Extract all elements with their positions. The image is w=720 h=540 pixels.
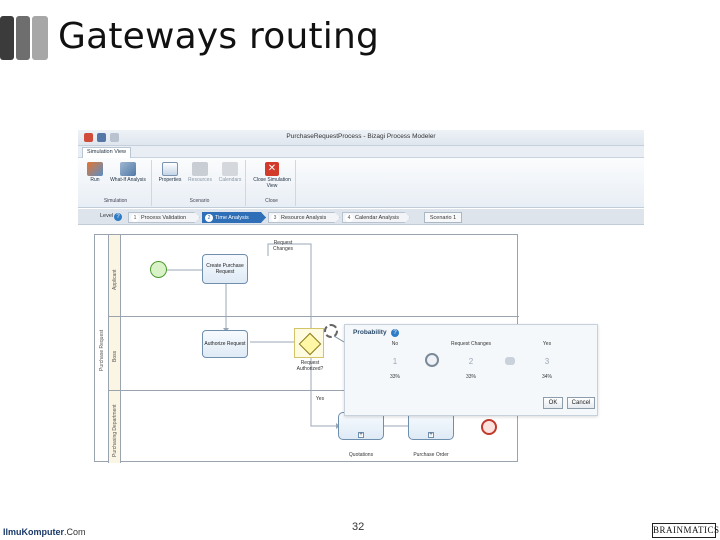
page-number: 32 xyxy=(352,521,365,533)
pointer-cursor-icon xyxy=(425,353,439,367)
close-simulation-label: Close Simulation View xyxy=(253,177,291,189)
what-if-icon xyxy=(120,162,136,176)
ribbon: Run What-If Analysis Simulation Properti… xyxy=(78,158,644,208)
window-caption: PurchaseRequestProcess - Bizagi Process … xyxy=(286,133,436,140)
ribbon-group-label-scenario: Scenario xyxy=(189,198,210,204)
step-resource-analysis[interactable]: 3 Resource Analysis xyxy=(268,212,340,223)
step-calendar-analysis[interactable]: 4 Calendar Analysis xyxy=(342,212,410,223)
ribbon-group-label-close: Close xyxy=(265,198,278,204)
expand-marker-icon: + xyxy=(428,432,434,438)
subprocess-purchase-order[interactable]: + xyxy=(408,412,454,440)
probability-column-request-changes: Request Changes 2 33% xyxy=(441,341,501,380)
ribbon-tabs: Simulation View xyxy=(78,146,644,158)
ribbon-group-label-simulation: Simulation xyxy=(103,198,128,204)
run-icon xyxy=(87,162,103,176)
subprocess-quotations[interactable]: + xyxy=(338,412,384,440)
ribbon-group-scenario: Properties Resources Calendars Scenario xyxy=(154,160,246,206)
probability-input-yes[interactable]: 3 xyxy=(517,357,577,366)
flow-label-request-changes: Request Changes xyxy=(272,240,293,252)
properties-button[interactable]: Properties xyxy=(156,162,184,183)
start-event[interactable] xyxy=(150,261,167,278)
probability-column-no: No 1 33% xyxy=(365,341,425,380)
brainmatics-logo: BRAINMATICS xyxy=(652,523,719,538)
cancel-button[interactable]: Cancel xyxy=(567,397,595,409)
probability-panel: Probability ? No 1 33% Request Changes 2… xyxy=(344,324,598,416)
exclusive-gateway[interactable] xyxy=(294,328,324,358)
level-bar: Level ? 1 Process Validation 2 Time Anal… xyxy=(78,209,644,225)
step-label: Calendar Analysis xyxy=(355,215,400,221)
gear-icon[interactable] xyxy=(324,324,338,338)
title-decoration xyxy=(0,16,50,60)
properties-icon xyxy=(162,162,178,176)
probability-column-yes: Yes 3 34% xyxy=(517,341,577,380)
probability-input-no[interactable]: 1 xyxy=(365,357,425,366)
purchase-order-label: Purchase Order xyxy=(413,452,449,458)
bizagi-screenshot: PurchaseRequestProcess - Bizagi Process … xyxy=(78,130,644,468)
level-label: Level xyxy=(100,213,114,219)
calendars-button[interactable]: Calendars xyxy=(215,162,245,183)
what-if-analysis-button[interactable]: What-If Analysis xyxy=(106,162,150,183)
help-icon[interactable]: ? xyxy=(114,213,122,221)
task-create-purchase-request[interactable]: Create Purchase Request xyxy=(202,254,248,284)
calendars-label: Calendars xyxy=(218,177,242,183)
what-if-label: What-If Analysis xyxy=(110,177,146,183)
gateway-label: Request Authorized? xyxy=(296,360,324,372)
resources-label: Resources xyxy=(188,177,212,183)
ribbon-group-simulation: Run What-If Analysis Simulation xyxy=(80,160,152,206)
resources-button[interactable]: Resources xyxy=(185,162,215,183)
run-button[interactable]: Run xyxy=(84,162,106,183)
flow-label-yes: Yes xyxy=(315,396,325,402)
slide-title: Gateways routing xyxy=(58,16,380,57)
step-process-validation[interactable]: 1 Process Validation xyxy=(128,212,200,223)
expand-marker-icon: + xyxy=(358,432,364,438)
close-simulation-view-button[interactable]: ✕ Close Simulation View xyxy=(250,162,294,189)
step-label: Resource Analysis xyxy=(281,215,327,221)
resources-icon xyxy=(192,162,208,176)
window-title-bar: PurchaseRequestProcess - Bizagi Process … xyxy=(78,130,644,146)
ok-button[interactable]: OK xyxy=(543,397,563,409)
tooltip-icon xyxy=(505,357,515,365)
close-icon: ✕ xyxy=(265,162,279,176)
quotations-label: Quotations xyxy=(348,452,374,458)
probability-input-request-changes[interactable]: 2 xyxy=(441,357,501,366)
step-time-analysis[interactable]: 2 Time Analysis xyxy=(202,212,266,223)
probability-title: Probability xyxy=(353,329,387,336)
scenario-selector[interactable]: Scenario 1 xyxy=(424,212,462,223)
gateway-diamond-icon xyxy=(298,332,322,356)
step-label: Time Analysis xyxy=(215,215,249,221)
help-icon[interactable]: ? xyxy=(391,329,399,337)
step-label: Process Validation xyxy=(141,215,187,221)
ilmukomputer-logo: IlmuKomputer.Com xyxy=(3,527,86,537)
run-label: Run xyxy=(90,177,100,183)
end-event[interactable] xyxy=(481,419,497,435)
properties-label: Properties xyxy=(158,177,182,183)
calendars-icon xyxy=(222,162,238,176)
tab-simulation-view[interactable]: Simulation View xyxy=(82,147,132,158)
ribbon-group-close: ✕ Close Simulation View Close xyxy=(248,160,296,206)
task-authorize-request[interactable]: Authorize Request xyxy=(202,330,248,358)
